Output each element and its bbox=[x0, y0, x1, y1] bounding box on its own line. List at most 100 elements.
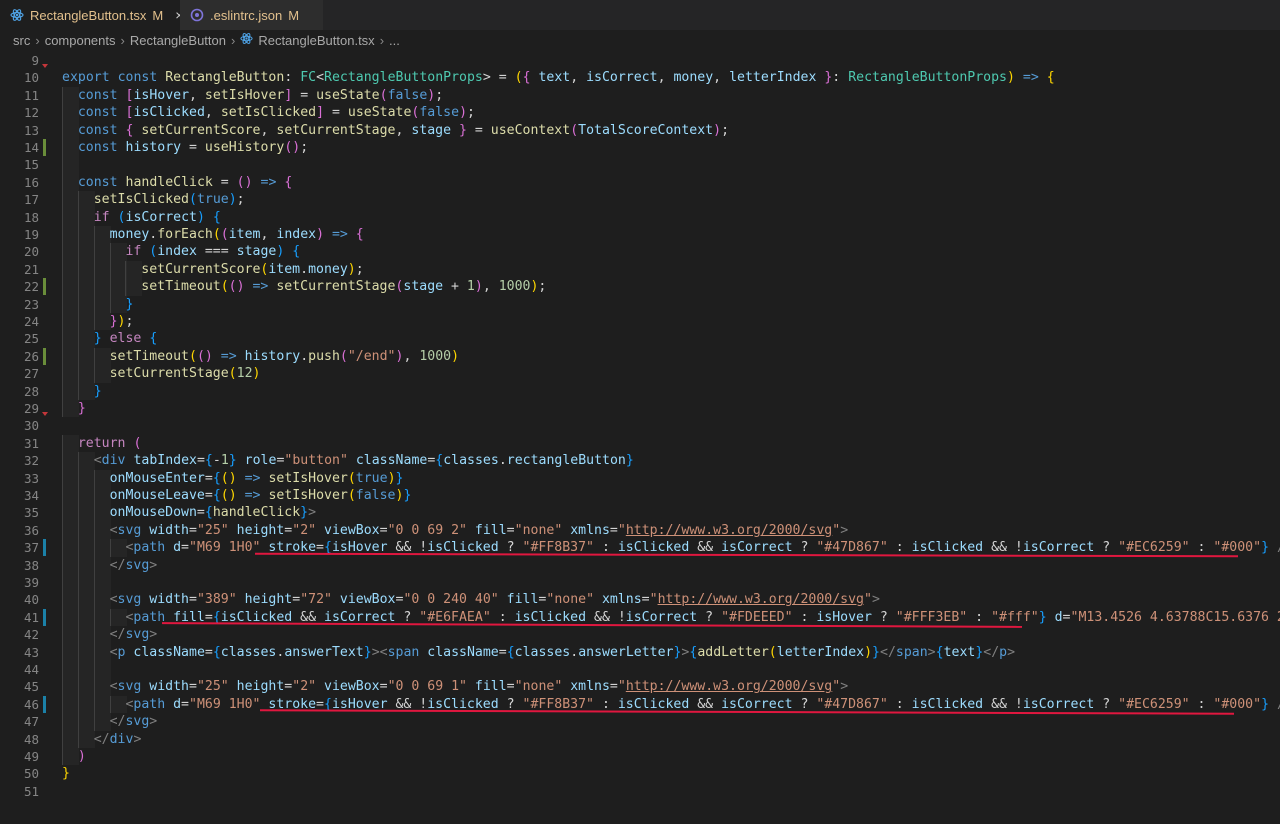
code-text: setTimeout(() => setCurrentStage(stage +… bbox=[141, 279, 547, 295]
modified-line-marker[interactable] bbox=[43, 278, 46, 296]
indent-guide bbox=[77, 661, 95, 679]
indent-guide bbox=[62, 469, 79, 487]
code-line[interactable]: 50} bbox=[0, 765, 1280, 782]
line-number: 38 bbox=[23, 557, 39, 573]
modified-line-marker[interactable] bbox=[43, 139, 46, 156]
code-line[interactable]: 33 onMouseEnter={() => setIsHover(true)} bbox=[0, 469, 1280, 487]
code-line[interactable]: 32 <div tabIndex={-1} role="button" class… bbox=[0, 452, 1280, 470]
fold-marker-icon[interactable] bbox=[42, 64, 48, 68]
line-number: 14 bbox=[23, 140, 39, 155]
react-icon bbox=[10, 8, 24, 22]
code-line[interactable]: 43 <p className={classes.answerText}><spa… bbox=[0, 643, 1280, 661]
code-text: </div> bbox=[93, 731, 142, 747]
code-line[interactable]: 45 <svg width="25" height="2" viewBox="0 … bbox=[0, 678, 1280, 696]
code-line[interactable]: 38 </svg> bbox=[0, 556, 1280, 574]
line-number: 34 bbox=[23, 488, 39, 503]
indent-guide bbox=[62, 661, 79, 679]
code-line[interactable]: 24}); bbox=[0, 313, 1280, 331]
react-icon bbox=[240, 32, 253, 48]
code-text: if (index === stage) { bbox=[125, 244, 301, 260]
breadcrumb-item-folder[interactable]: RectangleButton bbox=[130, 33, 226, 48]
code-line[interactable]: 30 bbox=[0, 417, 1280, 434]
code-line[interactable]: 15 bbox=[0, 156, 1280, 174]
indent-guide bbox=[62, 208, 79, 226]
code-line[interactable]: 31 return ( bbox=[0, 434, 1280, 453]
indent-guide bbox=[93, 678, 111, 696]
code-line[interactable]: 42 </svg> bbox=[0, 626, 1280, 644]
code-line[interactable]: 9 bbox=[0, 52, 1280, 69]
breadcrumb-item-more[interactable]: ... bbox=[389, 33, 400, 48]
code-line[interactable]: 22 setTimeout(() => setCurrentStage(stage… bbox=[0, 278, 1280, 296]
code-line[interactable]: 26 setTimeout(() => history.push("/end"),… bbox=[0, 347, 1280, 366]
code-text: } bbox=[62, 766, 70, 782]
code-text: } bbox=[93, 383, 102, 399]
tab-rectanglebutton[interactable]: RectangleButton.tsx M × bbox=[0, 0, 183, 30]
code-line[interactable]: 25} else { bbox=[0, 330, 1280, 348]
code-line[interactable]: 23} bbox=[0, 295, 1280, 313]
code-line[interactable]: 18 if (isCorrect) { bbox=[0, 208, 1280, 226]
code-line[interactable]: 28} bbox=[0, 382, 1280, 400]
code-line[interactable]: 47 </svg> bbox=[0, 713, 1280, 731]
code-line[interactable]: 39 bbox=[0, 574, 1280, 592]
code-line[interactable]: 51 bbox=[0, 783, 1280, 800]
code-line[interactable]: 17 setIsClicked(true); bbox=[0, 191, 1280, 209]
tab-label: RectangleButton.tsx bbox=[30, 7, 147, 23]
modified-line-marker[interactable] bbox=[43, 347, 46, 365]
code-line[interactable]: 11 const [isHover, setIsHover] = useState… bbox=[0, 86, 1280, 105]
breadcrumb-item-components[interactable]: components bbox=[45, 33, 116, 48]
indent-guide bbox=[62, 434, 79, 453]
changed-line-marker[interactable] bbox=[43, 608, 46, 626]
tab-modified-badge: M bbox=[152, 7, 164, 23]
indent-guide bbox=[62, 487, 79, 505]
line-number: 30 bbox=[23, 418, 39, 434]
breadcrumb-item-file[interactable]: RectangleButton.tsx bbox=[258, 33, 374, 48]
code-line[interactable]: 12 const [isClicked, setIsClicked] = useS… bbox=[0, 104, 1280, 122]
indent-guide bbox=[77, 347, 95, 366]
changed-line-marker[interactable] bbox=[43, 695, 46, 713]
indent-guide bbox=[62, 574, 79, 592]
code-line[interactable]: 49) bbox=[0, 748, 1280, 766]
code-line[interactable]: 16 const handleClick = () => { bbox=[0, 173, 1280, 192]
fold-marker-icon[interactable] bbox=[42, 412, 48, 416]
indent-guide bbox=[62, 295, 79, 313]
code-line[interactable]: 48 </div> bbox=[0, 730, 1280, 748]
line-number: 33 bbox=[23, 470, 39, 486]
indent-guide bbox=[62, 313, 79, 331]
indent-guide bbox=[77, 469, 95, 487]
indent-guide bbox=[93, 574, 111, 592]
indent-guide bbox=[77, 260, 95, 279]
line-number: 50 bbox=[23, 766, 39, 782]
code-text: <svg width="25" height="2" viewBox="0 0 … bbox=[109, 679, 849, 695]
code-editor[interactable]: 9 10 export const RectangleButton: FC<Rect… bbox=[0, 50, 1280, 824]
indent-guide bbox=[77, 243, 95, 261]
indent-guide bbox=[62, 539, 79, 557]
code-line[interactable]: 19 money.forEach((item, index) => { bbox=[0, 226, 1280, 244]
indent-guide bbox=[93, 626, 111, 644]
indent-guide bbox=[77, 330, 95, 348]
indent-guide bbox=[62, 695, 79, 714]
indent-guide bbox=[62, 330, 79, 348]
indent-guide bbox=[62, 643, 79, 661]
code-line[interactable]: 44 bbox=[0, 661, 1280, 679]
code-line[interactable]: 13 const { setCurrentScore, setCurrentSta… bbox=[0, 121, 1280, 139]
code-line[interactable]: 40 <svg width="389" height="72" viewBox="… bbox=[0, 591, 1280, 609]
changed-line-marker[interactable] bbox=[43, 539, 46, 557]
indent-guide bbox=[109, 695, 127, 714]
code-line[interactable]: 36 <svg width="25" height="2" viewBox="0 … bbox=[0, 521, 1280, 540]
code-line[interactable]: 21 setCurrentScore(item.money); bbox=[0, 260, 1280, 279]
code-line[interactable]: 14 const history = useHistory(); bbox=[0, 139, 1280, 157]
breadcrumb-item-src[interactable]: src bbox=[13, 33, 30, 48]
code-line[interactable]: 27 setCurrentStage(12) bbox=[0, 365, 1280, 383]
tab-eslintrc[interactable]: .eslintrc.json M bbox=[180, 0, 323, 30]
code-line[interactable]: 10 export const RectangleButton: FC<Recta… bbox=[0, 69, 1280, 86]
line-number: 9 bbox=[31, 53, 39, 68]
tab-bar: RectangleButton.tsx M × .eslintrc.json M bbox=[0, 0, 1280, 31]
line-number: 39 bbox=[23, 575, 39, 590]
line-number: 26 bbox=[23, 348, 39, 364]
code-line[interactable]: 29} bbox=[0, 400, 1280, 418]
code-line[interactable]: 20 if (index === stage) { bbox=[0, 243, 1280, 261]
breadcrumb: src › components › RectangleButton › Rec… bbox=[0, 30, 1280, 50]
chevron-right-icon: › bbox=[379, 32, 385, 48]
code-line[interactable]: 34 onMouseLeave={() => setIsHover(false)} bbox=[0, 487, 1280, 505]
code-line[interactable]: 35 onMouseDown={handleClick}> bbox=[0, 504, 1280, 522]
